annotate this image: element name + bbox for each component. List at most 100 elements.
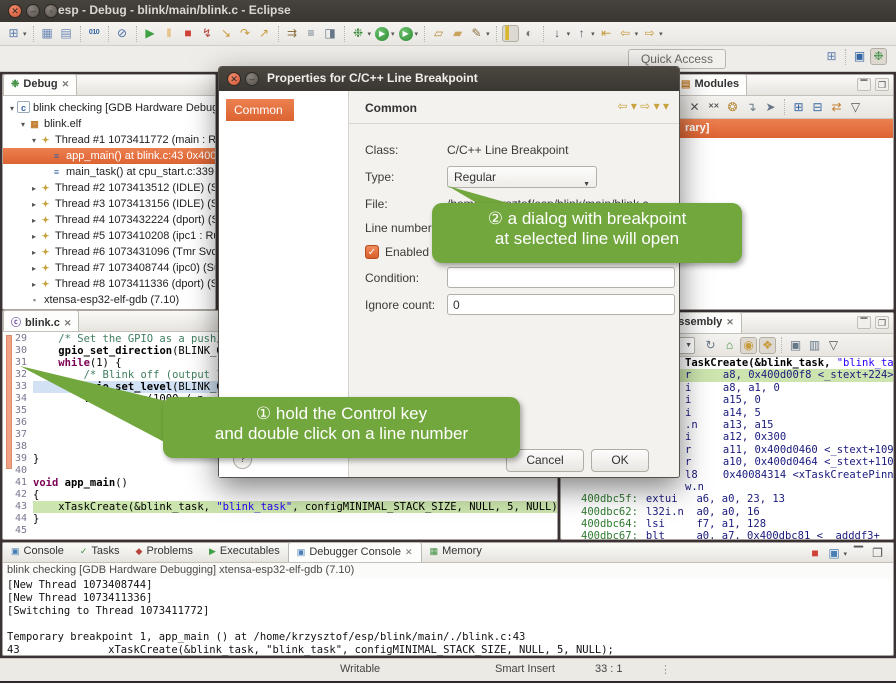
tree-expander-icon[interactable]: ▾ bbox=[18, 117, 28, 132]
debug-tree-item[interactable]: ▾▦blink.elf bbox=[3, 116, 215, 132]
debug-tree-item[interactable]: ≡main_task() at cpu_start.c:339 0x4 bbox=[3, 164, 215, 180]
tree-expander-icon[interactable]: ▸ bbox=[29, 229, 39, 244]
pencil-icon[interactable]: ✎ bbox=[468, 25, 485, 42]
tree-expander-icon[interactable]: ▸ bbox=[29, 245, 39, 260]
show-source-icon[interactable]: ◉ bbox=[740, 337, 757, 354]
debug-tree-item[interactable]: ▸✦Thread #5 1073410208 (ipc1 : Runni bbox=[3, 228, 215, 244]
window-close-button[interactable]: ✕ bbox=[8, 4, 22, 18]
suspend-icon[interactable]: ‖ bbox=[161, 25, 178, 42]
pencil-dropdown-icon[interactable]: ▾ bbox=[486, 30, 490, 38]
disasm-line[interactable]: 400dbc5f:extui a6, a0, 23, 13 bbox=[561, 493, 893, 505]
disconnect-icon[interactable]: ↯ bbox=[199, 25, 216, 42]
external-tools-dropdown-icon[interactable]: ▾ bbox=[415, 30, 419, 38]
step-filters-icon[interactable]: ◨ bbox=[322, 25, 339, 42]
code-line[interactable]: 41void app_main() bbox=[3, 477, 557, 489]
debug-tree-item[interactable]: ▾cblink checking [GDB Hardware Debug bbox=[3, 100, 215, 116]
next-annotation-icon[interactable]: ↓ bbox=[549, 25, 566, 42]
dialog-minimize-button[interactable]: – bbox=[245, 72, 259, 86]
display-console-icon[interactable]: ▣ bbox=[825, 545, 842, 562]
debug-perspective-icon[interactable]: ❉ bbox=[870, 48, 887, 65]
debug-tree-item[interactable]: ▸✦Thread #2 1073413512 (IDLE) (Susp bbox=[3, 180, 215, 196]
show-stackframe-icon[interactable]: ≡ bbox=[303, 25, 320, 42]
link-with-icon[interactable]: ⇄ bbox=[828, 99, 845, 116]
tab-tasks[interactable]: ✓Tasks bbox=[72, 542, 128, 562]
prev-annotation-icon[interactable]: ↑ bbox=[573, 25, 590, 42]
toggle-mark-icon[interactable]: ◐ bbox=[521, 25, 538, 42]
new-wizard-icon[interactable]: ⊞ bbox=[5, 25, 22, 42]
console-output[interactable]: [New Thread 1073408744][New Thread 10734… bbox=[3, 579, 893, 657]
tab-blink-c[interactable]: ⓒblink.c✕ bbox=[3, 310, 79, 331]
line-number[interactable]: 43 bbox=[3, 501, 33, 513]
debug-tree-item[interactable]: ▸✦Thread #6 1073431096 (Tmr Svc) (S bbox=[3, 244, 215, 260]
run-dropdown-icon[interactable]: ▾ bbox=[391, 30, 395, 38]
code-line[interactable]: 45 bbox=[3, 525, 557, 537]
view-menu-icon[interactable]: ▽ bbox=[847, 99, 864, 116]
folder-icon[interactable]: ▱ bbox=[430, 25, 447, 42]
debug-tree-item[interactable]: ▸✦Thread #8 1073411336 (dport) (Sus bbox=[3, 276, 215, 292]
maximize-icon[interactable]: ❐ bbox=[875, 78, 889, 91]
condition-input[interactable] bbox=[447, 267, 675, 288]
mark-occurrences-icon[interactable]: ▍ bbox=[502, 25, 519, 42]
terminate-icon[interactable]: ■ bbox=[180, 25, 197, 42]
disasm-line[interactable]: 400dbc62:l32i.n a0, a0, 16 bbox=[561, 506, 893, 518]
instruction-stepping-icon[interactable]: ⇉ bbox=[284, 25, 301, 42]
collapse-all-icon[interactable]: ⊟ bbox=[809, 99, 826, 116]
load-symbols-icon[interactable]: ❂ bbox=[724, 99, 741, 116]
step-return-icon[interactable]: ↗ bbox=[256, 25, 273, 42]
debug-dropdown-icon[interactable]: ▾ bbox=[368, 30, 372, 38]
ok-button[interactable]: OK bbox=[591, 449, 649, 472]
next-annotation-dropdown-icon[interactable]: ▾ bbox=[567, 30, 571, 38]
dialog-close-button[interactable]: ✕ bbox=[227, 72, 241, 86]
line-number[interactable]: 40 bbox=[3, 465, 33, 477]
line-number[interactable]: 29 bbox=[3, 333, 33, 345]
remove-icon[interactable]: ✕ bbox=[686, 99, 703, 116]
tree-expander-icon[interactable]: ▸ bbox=[29, 277, 39, 292]
minimize-console-icon[interactable]: ▔ bbox=[850, 545, 867, 562]
disasm-line[interactable]: 400dbc67:blt a0, a7, 0x400dbc81 <__adddf… bbox=[561, 530, 893, 539]
line-number[interactable]: 39 bbox=[3, 453, 33, 465]
tab-memory[interactable]: ▦Memory bbox=[422, 542, 490, 562]
forward-dropdown-icon[interactable]: ▾ bbox=[659, 30, 663, 38]
back-dropdown-icon[interactable]: ▾ bbox=[635, 30, 639, 38]
tree-expander-icon[interactable]: ▾ bbox=[7, 101, 17, 116]
line-number[interactable]: 42 bbox=[3, 489, 33, 501]
tab-debugger-console[interactable]: ▣Debugger Console✕ bbox=[288, 542, 422, 562]
remove-all-icon[interactable]: ✕✕ bbox=[705, 99, 722, 116]
chevron-down-icon[interactable]: ▼ bbox=[685, 342, 692, 349]
tree-expander-icon[interactable]: ▸ bbox=[29, 197, 39, 212]
dialog-nav-arrows[interactable]: ⇦ ▾ ⇨ ▾ ▾ bbox=[617, 99, 669, 113]
tab-console[interactable]: ▣Console bbox=[3, 542, 72, 562]
last-edit-location-icon[interactable]: ⇤ bbox=[598, 25, 615, 42]
prev-annotation-dropdown-icon[interactable]: ▾ bbox=[591, 30, 595, 38]
save-icon[interactable]: ▦ bbox=[39, 25, 56, 42]
close-icon[interactable]: ✕ bbox=[64, 318, 72, 328]
step-into-icon[interactable]: ↘ bbox=[218, 25, 235, 42]
expand-all-icon[interactable]: ⊞ bbox=[790, 99, 807, 116]
back-icon[interactable]: ⇦ bbox=[617, 25, 634, 42]
minimize-icon[interactable]: ▔ bbox=[857, 316, 871, 329]
line-number[interactable]: 41 bbox=[3, 477, 33, 489]
tree-expander-icon[interactable]: ▸ bbox=[29, 213, 39, 228]
line-number[interactable]: 44 bbox=[3, 513, 33, 525]
window-maximize-button[interactable]: ▫ bbox=[44, 4, 58, 18]
debug-tree-item[interactable]: ▸✦Thread #3 1073413156 (IDLE) (Susp bbox=[3, 196, 215, 212]
tab-debug[interactable]: ❉Debug✕ bbox=[3, 74, 77, 95]
forward-icon[interactable]: ⇨ bbox=[641, 25, 658, 42]
run-icon[interactable]: ▶ bbox=[375, 27, 389, 41]
resume-icon[interactable]: ▶ bbox=[142, 25, 159, 42]
code-line-current[interactable]: 43 xTaskCreate(&blink_task, "blink_task"… bbox=[3, 501, 557, 513]
minimize-icon[interactable]: ▔ bbox=[857, 78, 871, 91]
cpp-perspective-icon[interactable]: ▣ bbox=[851, 48, 868, 65]
disasm-line[interactable]: w.n bbox=[561, 481, 893, 493]
window-minimize-button[interactable]: – bbox=[26, 4, 40, 18]
open-perspective-icon[interactable]: ⊞ bbox=[823, 48, 840, 65]
tree-expander-icon[interactable]: ▸ bbox=[29, 181, 39, 196]
goto-file-icon[interactable]: ↴ bbox=[743, 99, 760, 116]
sync-selection-icon[interactable]: ❖ bbox=[759, 337, 776, 354]
external-tools-icon[interactable]: ▶ bbox=[399, 27, 413, 41]
new-wizard-dropdown-icon[interactable]: ▾ bbox=[23, 30, 27, 38]
disasm-line[interactable]: 400dbc64:lsi f7, a1, 128 bbox=[561, 518, 893, 530]
maximize-icon[interactable]: ❐ bbox=[875, 316, 889, 329]
binary-icon[interactable]: 010 bbox=[86, 25, 103, 42]
debug-tree-item-selected[interactable]: ≡app_main() at blink.c:43 0x400dbc bbox=[3, 148, 215, 164]
